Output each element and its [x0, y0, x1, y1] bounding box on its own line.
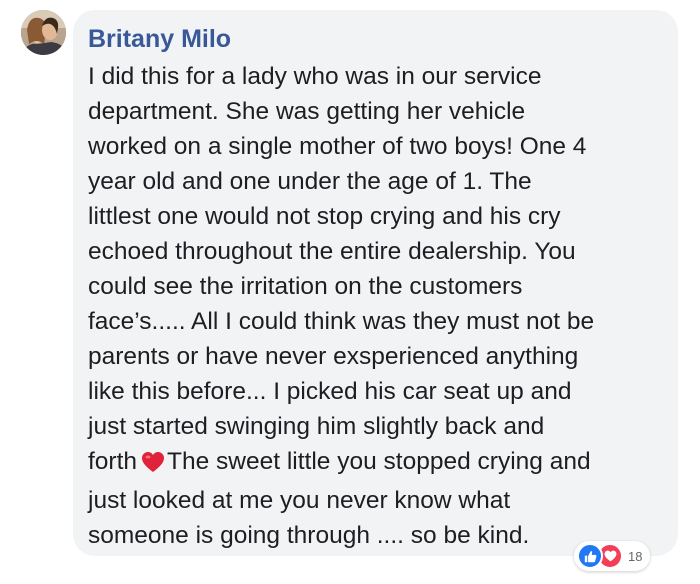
like-reaction-icon [577, 543, 603, 569]
comment-line: littlest one would not stop crying and h… [88, 203, 561, 230]
comment-line: just started swinging him slightly back … [88, 413, 545, 440]
comment-line: worked on a single mother of two boys! O… [88, 133, 587, 160]
reactions-summary[interactable]: 18 [574, 541, 651, 571]
comment-bubble: Britany Milo I did this for a lady who w… [73, 10, 678, 556]
reaction-count: 18 [628, 548, 643, 564]
heart-icon [141, 448, 165, 483]
comment-line: face’s..... All I could think was they m… [88, 308, 595, 335]
comment-line-end: The sweet little you stopped crying and [167, 448, 591, 475]
comment-line: forth The sweet little you stopped crying… [88, 444, 678, 483]
comment-author[interactable]: Britany Milo [88, 24, 231, 54]
avatar-photo [21, 10, 66, 55]
comment-line: parents or have never exsperienced anyth… [88, 343, 579, 370]
comment-line: echoed throughout the entire dealership.… [88, 238, 576, 265]
comment-line: department. She was getting her vehicle [88, 98, 526, 125]
comment-line: could see the irritation on the customer… [88, 273, 523, 300]
comment-text: I did this for a lady who was in our ser… [88, 59, 678, 553]
avatar[interactable] [21, 10, 66, 55]
comment-line: I did this for a lady who was in our ser… [88, 63, 542, 90]
comment-line-start: forth [88, 448, 138, 475]
comment-line: like this before... I picked his car sea… [88, 378, 572, 405]
comment-line: just looked at me you never know what [88, 487, 511, 514]
comment-line: year old and one under the age of 1. The [88, 168, 532, 195]
